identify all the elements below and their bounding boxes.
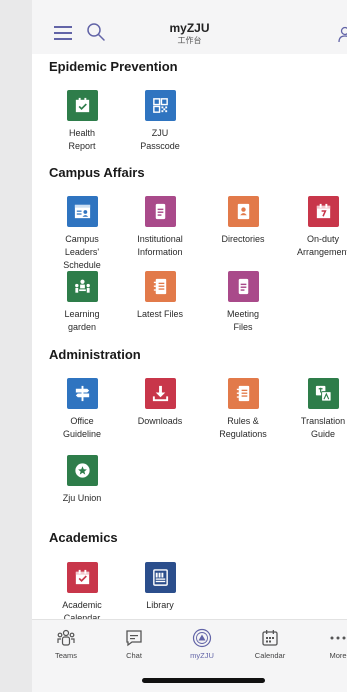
download-icon	[144, 378, 176, 409]
home-indicator[interactable]	[142, 678, 265, 683]
nav-item-more[interactable]: More	[308, 628, 347, 660]
app-tile-zju-passcode[interactable]: ZJU Passcode	[120, 90, 200, 153]
app-label: Campus Leaders' Schedule	[63, 234, 101, 270]
calendar-icon	[262, 630, 278, 646]
app-tile-campus-leaders-schedule[interactable]: Campus Leaders' Schedule	[42, 196, 122, 272]
app-tile-directories[interactable]: Directories	[203, 196, 283, 246]
app-label: ZJU Passcode	[140, 128, 180, 151]
nav-item-calendar[interactable]: Calendar	[240, 628, 300, 660]
app-label: Office Guideline	[62, 416, 102, 439]
classroom-icon	[66, 271, 98, 302]
page-subtitle: 工作台	[177, 36, 202, 45]
notebook-icon	[227, 378, 259, 409]
schedule-person-icon	[66, 196, 98, 227]
section-title-administration: Administration	[49, 347, 141, 362]
app-tile-rules-regulations[interactable]: Rules & Regulations	[203, 378, 283, 441]
more-icon	[330, 636, 346, 640]
section-title-campus-affairs: Campus Affairs	[49, 165, 145, 180]
app-tile-health-report[interactable]: Health Report	[42, 90, 122, 153]
nav-label: myZJU	[190, 651, 214, 660]
calendar-seven-icon	[307, 196, 339, 227]
translate-icon	[307, 378, 339, 409]
nav-label: Teams	[54, 651, 78, 660]
app-tile-latest-files[interactable]: Latest Files	[120, 271, 200, 321]
person-icon[interactable]	[337, 26, 347, 44]
workbench-content: Epidemic Prevention Health Report ZJU Pa…	[32, 54, 347, 619]
app-label: Institutional Information	[137, 234, 183, 257]
app-tile-zju-union[interactable]: Zju Union	[42, 455, 122, 505]
nav-label: More	[329, 651, 347, 660]
app-label: Downloads	[137, 416, 183, 426]
nav-item-teams[interactable]: Teams	[36, 628, 96, 660]
app-label: On-duty Arrangement	[296, 234, 347, 257]
document-icon	[227, 271, 259, 302]
app-tile-learning-garden[interactable]: Learning garden	[42, 271, 122, 334]
app-label: Translation Guide	[300, 416, 346, 439]
app-label: Library	[146, 600, 174, 610]
contact-card-icon	[227, 196, 259, 227]
app-label: Zju Union	[62, 493, 102, 503]
qr-code-icon	[144, 90, 176, 121]
app-label: Latest Files	[136, 309, 184, 319]
app-tile-downloads[interactable]: Downloads	[120, 378, 200, 428]
app-tile-office-guideline[interactable]: Office Guideline	[42, 378, 122, 441]
zju-logo-icon	[192, 628, 212, 648]
nav-label: Calendar	[254, 651, 286, 660]
app-label: Learning garden	[64, 309, 100, 332]
calendar-check-icon	[66, 562, 98, 593]
teams-icon	[57, 629, 75, 646]
nav-label: Chat	[126, 651, 142, 660]
app-label: Meeting Files	[226, 309, 260, 332]
phone-screen: myZJU 工作台 Epidemic Prevention Health Rep…	[32, 0, 347, 692]
app-label: Rules & Regulations	[219, 416, 267, 439]
nav-item-myzju[interactable]: myZJU	[172, 628, 232, 660]
document-icon	[144, 196, 176, 227]
union-badge-icon	[66, 455, 98, 486]
library-icon	[144, 562, 176, 593]
notebook-icon	[144, 271, 176, 302]
signpost-icon	[66, 378, 98, 409]
top-bar: myZJU 工作台	[32, 0, 347, 54]
nav-item-chat[interactable]: Chat	[104, 628, 164, 660]
app-label: Health Report	[68, 128, 96, 151]
section-title-epidemic: Epidemic Prevention	[49, 59, 178, 74]
app-tile-translation-guide[interactable]: Translation Guide	[283, 378, 347, 441]
chat-icon	[126, 630, 142, 647]
app-tile-on-duty-arrangement[interactable]: On-duty Arrangement	[283, 196, 347, 259]
app-tile-academic-calendar[interactable]: Academic Calendar	[42, 562, 122, 619]
app-tile-library[interactable]: Library	[120, 562, 200, 612]
section-title-academics: Academics	[49, 530, 118, 545]
app-tile-meeting-files[interactable]: Meeting Files	[203, 271, 283, 334]
app-label: Directories	[221, 234, 265, 244]
app-tile-institutional-information[interactable]: Institutional Information	[120, 196, 200, 259]
calendar-check-icon	[66, 90, 98, 121]
app-label: Academic Calendar	[62, 600, 102, 619]
page-title: myZJU	[169, 21, 210, 35]
